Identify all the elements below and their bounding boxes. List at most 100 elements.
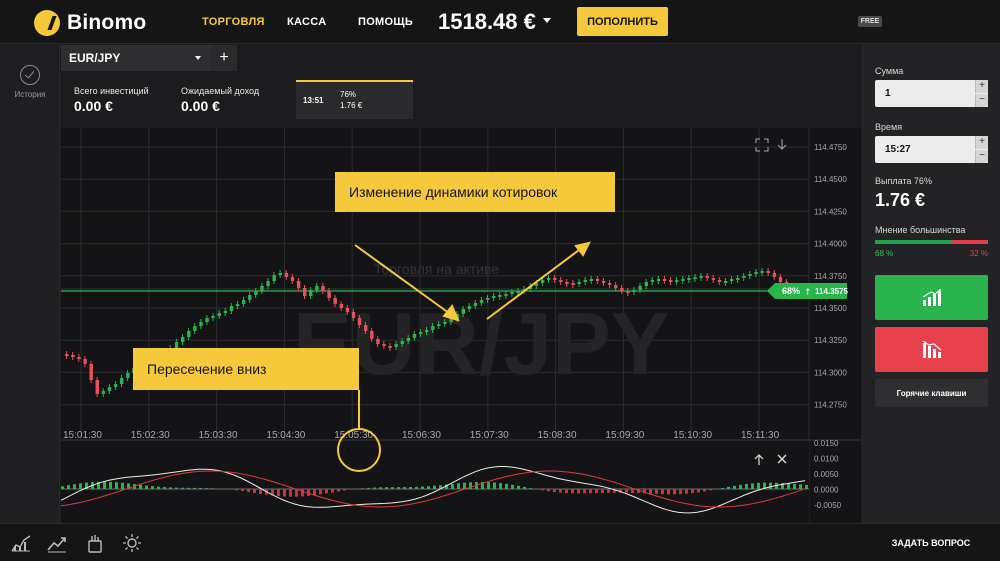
asset-tab-eurjpy[interactable]: EUR/JPY: [61, 45, 211, 71]
time-plus-button[interactable]: +: [975, 136, 988, 149]
tools-icon[interactable]: [84, 533, 106, 553]
chart-type-icon[interactable]: [10, 533, 32, 553]
candle: [266, 281, 270, 286]
histogram-bar: [499, 483, 502, 489]
amount-plus-button[interactable]: +: [975, 80, 988, 93]
histogram-bar: [259, 489, 262, 494]
balance-value[interactable]: 1518.48 €: [438, 9, 536, 35]
histogram-bar: [517, 485, 520, 489]
candle: [626, 291, 630, 293]
right-panel: Сумма 1 + − Время 15:27 + − Выплата 76% …: [862, 45, 1000, 523]
histogram-bar: [211, 488, 214, 489]
histogram-bar: [325, 489, 328, 494]
histogram-bar: [145, 485, 148, 489]
history-button[interactable]: История: [0, 65, 60, 99]
candle: [547, 278, 551, 280]
candle: [260, 286, 264, 291]
trade-down-button[interactable]: [875, 327, 988, 372]
histogram-bar: [433, 485, 436, 489]
y-tick-label: 114.3000: [814, 368, 847, 377]
histogram-bar: [673, 489, 676, 495]
candle: [382, 344, 386, 346]
candle: [754, 272, 758, 274]
trade-up-button[interactable]: [875, 275, 988, 320]
candle: [333, 298, 337, 304]
candle: [461, 309, 465, 314]
candle: [748, 274, 752, 276]
binomo-logo-icon: [34, 10, 60, 36]
y-tick-label: 114.4250: [814, 207, 847, 216]
indicator-tick-label: 0.0100: [814, 455, 839, 464]
histogram-bar: [463, 482, 466, 489]
histogram-bar: [61, 486, 64, 489]
histogram-bar: [163, 487, 166, 489]
candle: [113, 384, 118, 387]
candle: [199, 322, 203, 326]
x-tick-label: 15:01:30: [63, 430, 102, 441]
histogram-bar: [319, 489, 322, 495]
candle: [675, 280, 679, 282]
deal-time: 13:51: [303, 96, 324, 105]
candle: [644, 282, 648, 286]
time-minus-button[interactable]: −: [975, 150, 988, 163]
candle: [89, 364, 93, 380]
histogram-bar: [691, 489, 694, 494]
nav-help[interactable]: ПОМОЩЬ: [358, 16, 413, 28]
top-bar: Binomo ТОРГОВЛЯ КАССА ПОМОЩЬ 1518.48 € П…: [0, 0, 1000, 44]
indicator-tick-label: 0.0000: [814, 486, 839, 495]
histogram-bar: [655, 489, 658, 495]
x-tick-label: 15:04:30: [266, 430, 305, 441]
deal-card[interactable]: 13:51 76% 1.76 €: [296, 80, 413, 119]
hotkeys-button[interactable]: Горячие клавиши: [875, 379, 988, 407]
candle: [351, 312, 356, 318]
histogram-bar: [205, 488, 208, 489]
candle: [736, 278, 740, 280]
amount-value[interactable]: 1: [885, 88, 891, 99]
logo[interactable]: Binomo: [34, 10, 146, 36]
histogram-bar: [301, 489, 304, 497]
candle: [187, 331, 191, 337]
expected-income-value: 0.00 €: [181, 98, 220, 114]
time-stepper[interactable]: 15:27 + −: [875, 136, 988, 163]
indicator-panel[interactable]: [61, 440, 809, 523]
add-asset-button[interactable]: +: [211, 45, 237, 71]
deposit-button[interactable]: ПОПОЛНИТЬ: [577, 7, 668, 36]
histogram-bar: [541, 489, 544, 491]
nav-cashier[interactable]: КАССА: [287, 16, 326, 28]
candle: [345, 308, 350, 312]
x-tick-label: 15:07:30: [470, 430, 509, 441]
histogram-bar: [589, 489, 592, 494]
candle: [669, 280, 673, 282]
histogram-bar: [511, 484, 514, 489]
histogram-bar: [685, 489, 688, 494]
histogram-bar: [721, 488, 724, 489]
candle: [620, 288, 624, 291]
amount-minus-button[interactable]: −: [975, 94, 988, 107]
ask-question-button[interactable]: ЗАДАТЬ ВОПРОС: [862, 524, 1000, 561]
histogram-bar: [577, 489, 580, 494]
candle: [95, 380, 99, 394]
histogram-bar: [193, 487, 196, 489]
brightness-icon[interactable]: [121, 533, 143, 553]
chevron-down-icon[interactable]: [543, 18, 551, 23]
annotation-cross-down: Пересечение вниз: [133, 348, 359, 390]
candle: [400, 341, 404, 344]
nav-trading[interactable]: ТОРГОВЛЯ: [202, 16, 265, 28]
histogram-bar: [649, 489, 652, 494]
payout-value: 1.76 €: [875, 190, 926, 210]
histogram-bar: [625, 489, 628, 493]
y-tick-label: 114.2750: [814, 401, 847, 410]
asset-tabs: EUR/JPY +: [61, 45, 861, 71]
candle: [120, 378, 124, 384]
histogram-bar: [571, 489, 574, 494]
amount-label: Сумма: [875, 66, 904, 76]
candle: [223, 311, 228, 313]
candle: [571, 283, 575, 285]
majority-bar: [875, 240, 988, 244]
price-tag-arrow-icon: ↑: [804, 288, 812, 298]
time-value[interactable]: 15:27: [885, 144, 911, 155]
histogram-bar: [241, 489, 244, 492]
amount-stepper[interactable]: 1 + −: [875, 80, 988, 107]
x-tick-label: 15:09:30: [605, 430, 644, 441]
trend-icon[interactable]: [46, 533, 68, 553]
